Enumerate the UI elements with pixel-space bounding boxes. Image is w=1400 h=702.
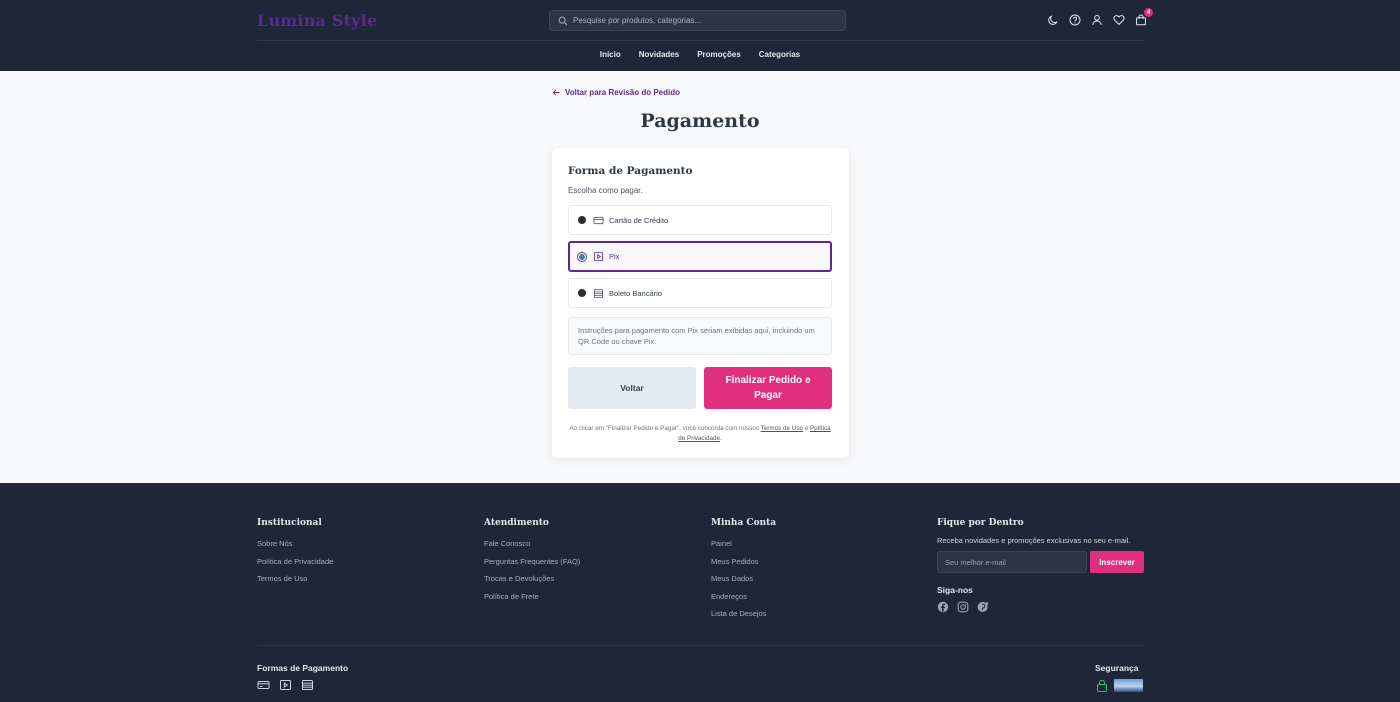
barcode-icon — [593, 288, 604, 298]
social-title: Siga-nos — [937, 585, 973, 595]
social-links — [937, 601, 1144, 613]
facebook-icon — [937, 601, 949, 613]
facebook-link[interactable] — [937, 601, 949, 613]
page-title: Pagamento — [640, 110, 760, 132]
radio-credit-card[interactable] — [578, 216, 586, 224]
search-bar[interactable] — [549, 10, 846, 31]
nav-promocoes[interactable]: Promoções — [688, 50, 750, 59]
cart-count-badge: 4 — [1144, 8, 1153, 17]
footer-link[interactable]: Fale Conosco — [484, 539, 580, 548]
arrow-left-icon — [552, 89, 560, 96]
payment-methods-icons — [257, 679, 314, 691]
payment-option-boleto[interactable]: Boleto Bancário — [568, 278, 832, 308]
option-label: Pix — [609, 252, 620, 261]
footer-col-minha-conta: Minha Conta Painel Meus Pedidos Meus Dad… — [711, 518, 776, 627]
footer-link[interactable]: Política de Privacidade — [257, 557, 333, 566]
footer-link[interactable]: Política de Frete — [484, 592, 580, 601]
terms-of-use-link[interactable]: Termos de Uso — [761, 425, 803, 432]
footer-col-institucional: Institucional Sobre Nós Política de Priv… — [257, 518, 333, 592]
radio-pix[interactable] — [578, 252, 586, 261]
footer-link[interactable]: Termos de Uso — [257, 574, 333, 583]
terms-prefix: Ao clicar em "Finalizar Pedido e Pagar",… — [569, 425, 761, 432]
terms-suffix: . — [719, 435, 722, 442]
finalize-pay-button[interactable]: Finalizar Pedido e Pagar — [704, 367, 832, 409]
newsletter-text: Receba novidades e promoções exclusivas … — [937, 536, 1131, 545]
footer-link[interactable]: Meus Dados — [711, 574, 776, 583]
footer-col-title: Fique por Dentro — [937, 518, 1024, 528]
credit-card-icon — [257, 681, 270, 689]
back-button[interactable]: Voltar — [568, 367, 696, 409]
footer-link[interactable]: Perguntas Frequentes (FAQ) — [484, 557, 580, 566]
instagram-link[interactable] — [957, 601, 969, 613]
wishlist-button[interactable] — [1112, 13, 1125, 26]
card-title: Forma de Pagamento — [568, 165, 693, 177]
pix-icon — [280, 680, 291, 690]
brand-logo[interactable]: Lumina Style — [257, 11, 377, 30]
payment-methods-title: Formas de Pagamento — [257, 663, 349, 673]
pinterest-icon — [977, 602, 989, 612]
option-label: Boleto Bancário — [609, 288, 662, 298]
footer-link[interactable]: Lista de Desejos — [711, 609, 776, 618]
footer-link[interactable]: Endereços — [711, 592, 776, 601]
subscribe-button[interactable]: Inscrever — [1090, 551, 1144, 573]
heart-icon — [1112, 14, 1125, 25]
payment-option-pix[interactable]: Pix — [568, 241, 832, 272]
payment-card: Forma de Pagamento Escolha como pagar. C… — [552, 148, 849, 458]
nav-inicio[interactable]: Início — [591, 50, 630, 59]
user-icon — [1091, 14, 1102, 25]
site-footer: Institucional Sobre Nós Política de Priv… — [0, 483, 1400, 702]
help-button[interactable] — [1068, 13, 1081, 26]
footer-col-title: Atendimento — [484, 518, 549, 528]
footer-col-title: Institucional — [257, 518, 322, 528]
newsletter-form: Inscrever — [937, 551, 1144, 573]
search-icon — [558, 16, 568, 25]
moon-icon — [1047, 14, 1057, 25]
cart-button[interactable]: 4 — [1134, 8, 1153, 26]
pix-instructions: Instruções para pagamento com Pix seriam… — [568, 317, 832, 355]
option-label: Cartão de Crédito — [609, 215, 669, 225]
help-icon — [1069, 14, 1080, 25]
radio-boleto[interactable] — [578, 289, 586, 297]
nav-novidades[interactable]: Novidades — [630, 50, 688, 59]
lock-icon — [1096, 679, 1108, 692]
back-link-label: Voltar para Revisão do Pedido — [565, 88, 680, 97]
footer-col-newsletter: Fique por Dentro Receba novidades e prom… — [937, 518, 1144, 613]
terms-notice: Ao clicar em "Finalizar Pedido e Pagar",… — [568, 424, 832, 444]
nav-categorias[interactable]: Categorias — [750, 50, 809, 59]
pinterest-link[interactable] — [977, 601, 989, 613]
footer-link[interactable]: Meus Pedidos — [711, 557, 776, 566]
security-title: Segurança — [1095, 663, 1139, 673]
security-seal-image — [1114, 679, 1143, 692]
footer-col-title: Minha Conta — [711, 518, 777, 528]
site-header: Lumina Style 4 Início Novidades Promoçõe… — [0, 0, 1400, 71]
pix-icon — [593, 251, 604, 262]
header-divider — [257, 40, 1144, 41]
footer-link[interactable]: Painel — [711, 539, 776, 548]
main-nav: Início Novidades Promoções Categorias — [0, 50, 1400, 59]
footer-divider — [257, 645, 1144, 646]
theme-toggle-button[interactable] — [1046, 13, 1059, 26]
instagram-icon — [957, 601, 969, 613]
back-to-review-link[interactable]: Voltar para Revisão do Pedido — [552, 88, 680, 97]
security-seals — [1096, 679, 1143, 692]
newsletter-email-input[interactable] — [937, 551, 1087, 573]
header-actions: 4 — [1046, 8, 1153, 26]
payment-option-credit-card[interactable]: Cartão de Crédito — [568, 205, 832, 235]
search-input[interactable] — [573, 16, 833, 25]
terms-mid: e — [802, 425, 810, 432]
card-subtitle: Escolha como pagar. — [568, 186, 643, 195]
footer-link[interactable]: Sobre Nós — [257, 539, 333, 548]
footer-link[interactable]: Trocas e Devoluções — [484, 574, 580, 583]
footer-col-atendimento: Atendimento Fale Conosco Perguntas Frequ… — [484, 518, 580, 609]
account-button[interactable] — [1090, 13, 1103, 26]
barcode-icon — [302, 680, 313, 690]
credit-card-icon — [593, 216, 604, 224]
